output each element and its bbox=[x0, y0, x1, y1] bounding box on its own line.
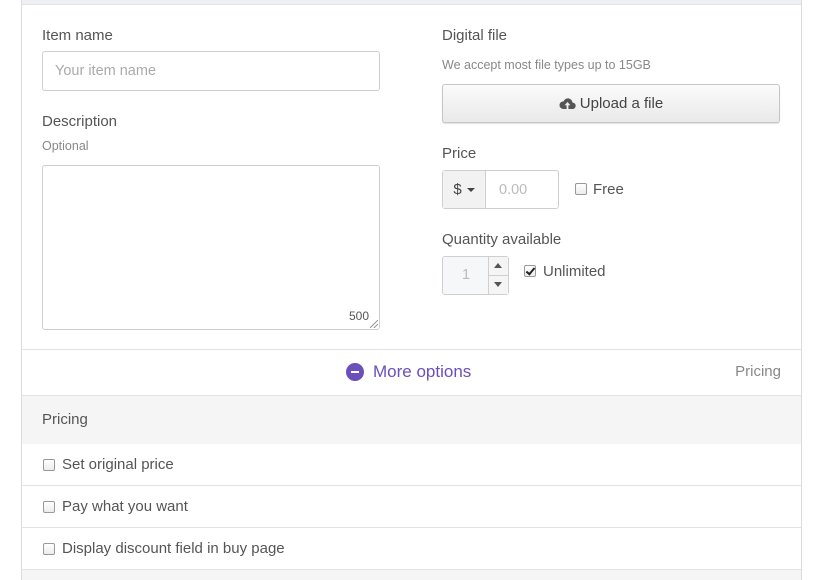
currency-symbol: $ bbox=[453, 181, 462, 198]
price-label: Price bbox=[442, 145, 477, 162]
set-original-price-label: Set original price bbox=[62, 456, 174, 473]
caret-down-icon bbox=[466, 187, 475, 192]
currency-dropdown[interactable]: $ bbox=[443, 171, 486, 208]
item-name-placeholder: Your item name bbox=[55, 63, 157, 79]
arrow-up-icon bbox=[494, 263, 502, 268]
free-label: Free bbox=[593, 181, 624, 198]
list-item: Pay what you want bbox=[22, 486, 801, 528]
minus-circle-icon bbox=[346, 363, 364, 381]
pay-what-you-want-checkbox[interactable] bbox=[43, 501, 55, 513]
price-input[interactable]: 0.00 bbox=[499, 182, 527, 198]
description-textarea[interactable]: 500 bbox=[42, 165, 380, 330]
list-item: Display discount field in buy page bbox=[22, 528, 801, 570]
item-name-label: Item name bbox=[42, 27, 113, 44]
resize-handle[interactable] bbox=[370, 320, 378, 328]
list-item: Set original price bbox=[22, 444, 801, 486]
item-form-panel: Item name Your item name Description Opt… bbox=[21, 0, 802, 580]
free-checkbox[interactable] bbox=[575, 183, 587, 195]
next-section-header bbox=[22, 570, 801, 580]
quantity-decrement-button[interactable] bbox=[488, 276, 508, 294]
unlimited-label: Unlimited bbox=[543, 263, 606, 280]
description-label: Description bbox=[42, 113, 118, 130]
pay-what-you-want-label: Pay what you want bbox=[62, 498, 188, 515]
digital-file-label: Digital file bbox=[442, 27, 508, 44]
digital-file-help: We accept most file types up to 15GB bbox=[442, 58, 651, 72]
arrow-down-icon bbox=[494, 282, 502, 287]
more-options-pricing-link[interactable]: Pricing bbox=[735, 363, 781, 380]
top-border bbox=[22, 0, 801, 5]
set-original-price-checkbox[interactable] bbox=[43, 459, 55, 471]
price-input-group: $ 0.00 bbox=[442, 170, 559, 209]
cloud-upload-icon bbox=[559, 97, 576, 111]
more-options-button[interactable]: More options bbox=[346, 362, 471, 382]
quantity-label: Quantity available bbox=[442, 231, 562, 248]
character-counter: 500 bbox=[348, 309, 369, 323]
quantity-stepper[interactable]: 1 bbox=[442, 256, 509, 295]
pricing-section-header: Pricing bbox=[22, 395, 801, 445]
more-options-label: More options bbox=[373, 362, 472, 381]
description-help: Optional bbox=[42, 139, 89, 153]
upload-file-button[interactable]: Upload a file bbox=[442, 84, 780, 123]
item-name-input[interactable]: Your item name bbox=[42, 51, 380, 91]
quantity-increment-button[interactable] bbox=[488, 257, 508, 276]
upload-file-label: Upload a file bbox=[579, 95, 664, 112]
pricing-section-title: Pricing bbox=[42, 411, 88, 428]
unlimited-checkbox[interactable] bbox=[524, 265, 536, 277]
display-discount-field-label: Display discount field in buy page bbox=[62, 540, 285, 557]
display-discount-field-checkbox[interactable] bbox=[43, 543, 55, 555]
quantity-value: 1 bbox=[462, 267, 471, 283]
more-options-bar: More options Pricing bbox=[22, 350, 801, 394]
